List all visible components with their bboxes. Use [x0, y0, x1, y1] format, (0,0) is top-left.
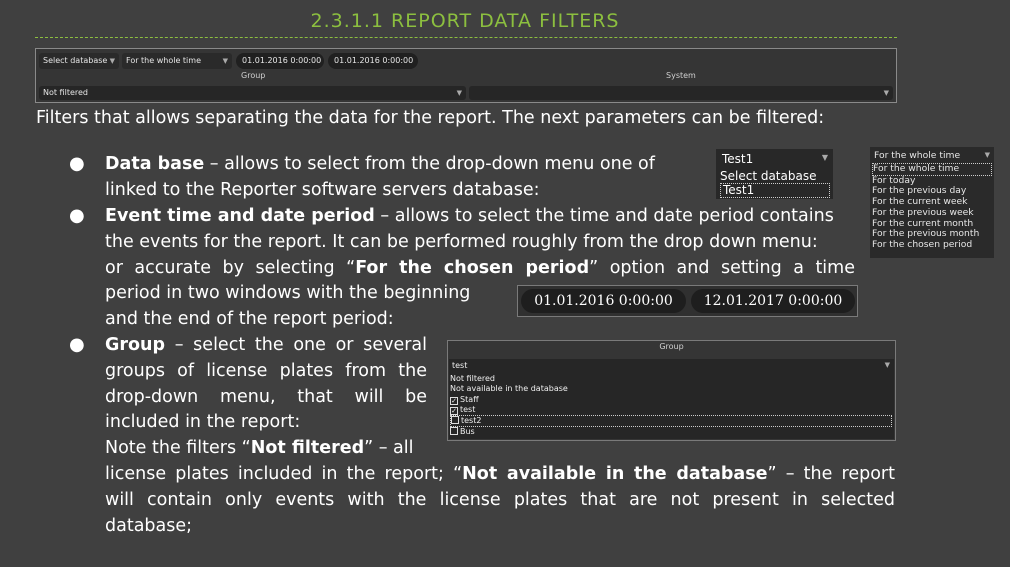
time-option[interactable]: For the previous week: [872, 207, 992, 219]
term-database: Data base: [105, 154, 205, 174]
text-line: – allows to select from the drop-down me…: [204, 154, 655, 174]
date-from-example[interactable]: 01.01.2016 0:00:00: [521, 289, 686, 313]
group-example-list: test ▼ Not filtered Not available in the…: [449, 359, 894, 439]
date-period-example: 01.01.2016 0:00:00 12.01.2017 0:00:00: [517, 285, 858, 317]
term-group: Group: [105, 335, 166, 355]
bullet-icon: ●: [69, 205, 85, 226]
bullet-icon: ●: [69, 334, 85, 355]
checkbox-checked-icon[interactable]: ✓: [450, 396, 458, 405]
text-line: – select the one or several: [165, 335, 427, 355]
system-label: System: [666, 71, 696, 80]
term-chosen-period: For the chosen period: [355, 257, 590, 278]
time-option[interactable]: For the whole time: [872, 163, 992, 176]
group-option-label: Bus: [460, 427, 475, 437]
time-dropdown-example: For the whole time ▼ For the whole time …: [870, 147, 994, 258]
text-line: database;: [105, 515, 193, 536]
intro-text: Filters that allows separating the data …: [36, 108, 825, 128]
note-text: license plates included in the report; “…: [105, 462, 895, 539]
text-line: – allows to select the time and date per…: [374, 206, 834, 226]
text-line: will contain only events with the licens…: [105, 489, 895, 510]
chevron-down-icon: ▼: [883, 89, 889, 97]
checkbox-checked-icon[interactable]: ✓: [450, 406, 458, 415]
text-line: ” – the report: [767, 464, 896, 484]
text-line: drop-down menu, that will be: [105, 386, 427, 407]
group-option[interactable]: test2: [450, 415, 892, 428]
chevron-down-icon: ▼: [456, 89, 462, 97]
group-option-not-filtered[interactable]: Not filtered: [450, 374, 892, 384]
time-options: For the whole time For today For the pre…: [872, 163, 992, 251]
chevron-down-icon: ▼: [884, 361, 890, 369]
database-option[interactable]: Select database: [720, 170, 830, 183]
group-option[interactable]: ✓ test: [450, 405, 892, 415]
date-to-example[interactable]: 12.01.2017 0:00:00: [691, 289, 855, 313]
text-line: Note the filters “: [105, 438, 251, 459]
group-option[interactable]: ✓ Staff: [450, 395, 892, 405]
database-option[interactable]: Test1: [720, 183, 830, 198]
bullet-database: Data base – allows to select from the dr…: [105, 152, 655, 204]
text-line: included in the report:: [105, 412, 301, 433]
group-label: Group: [241, 71, 266, 80]
chevron-down-icon: ▼: [984, 151, 990, 159]
group-option-not-available[interactable]: Not available in the database: [450, 384, 892, 394]
group-current[interactable]: test: [452, 361, 467, 370]
group-option-label: Staff: [460, 394, 479, 404]
checkbox-icon[interactable]: [450, 427, 458, 436]
group-option-label: test: [460, 404, 476, 414]
bullet-icon: ●: [69, 153, 85, 174]
group-dropdown[interactable]: Not filtered ▼: [39, 86, 466, 100]
group-example-label: Group: [659, 342, 684, 351]
time-dropdown[interactable]: For the whole time ▼: [122, 53, 232, 69]
text-line: ” – all: [364, 438, 414, 459]
group-option-label: test2: [461, 416, 482, 426]
system-dropdown[interactable]: ▼: [469, 86, 893, 100]
text-line: ” option and setting a time: [589, 257, 855, 278]
term-not-available: Not available in the database: [462, 464, 768, 484]
time-option[interactable]: For the chosen period: [872, 239, 992, 251]
database-dropdown[interactable]: Select database ▼: [39, 53, 119, 69]
text-line: groups of license plates from the: [105, 360, 427, 381]
bullet-group: Group – select the one or several groups…: [105, 333, 427, 462]
group-options: Not filtered Not available in the databa…: [450, 374, 892, 438]
date-from-field[interactable]: 01.01.2016 0:00:00: [236, 53, 324, 69]
heading-divider: [35, 37, 897, 38]
database-options: Select database Test1: [720, 170, 830, 198]
term-not-filtered: Not filtered: [250, 438, 365, 459]
chevron-down-icon: ▼: [109, 57, 115, 65]
text-line: linked to the Reporter software servers …: [105, 179, 540, 200]
filter-panel: Select database ▼ For the whole time ▼ 0…: [35, 48, 897, 103]
term-time: Event time and date period: [105, 206, 375, 226]
text-line: license plates included in the report; “: [105, 464, 463, 484]
group-dropdown-value: Not filtered: [43, 88, 88, 97]
time-current[interactable]: For the whole time: [874, 150, 960, 161]
date-to-field[interactable]: 01.01.2016 0:00:00: [328, 53, 418, 69]
time-dropdown-value: For the whole time: [126, 56, 201, 65]
database-dropdown-example: Test1 ▼ Select database Test1: [716, 149, 833, 199]
group-dropdown-example: Group test ▼ Not filtered Not available …: [447, 340, 896, 441]
section-heading: 2.3.1.1 REPORT DATA FILTERS: [310, 10, 620, 32]
text-line: or accurate by selecting “: [105, 257, 356, 278]
chevron-down-icon: ▼: [222, 57, 228, 65]
chevron-down-icon: ▼: [821, 153, 828, 162]
database-current[interactable]: Test1: [722, 152, 753, 166]
group-option[interactable]: Bus: [450, 427, 892, 437]
checkbox-icon[interactable]: [451, 416, 459, 425]
text-line: the events for the report. It can be per…: [105, 231, 818, 252]
database-dropdown-value: Select database: [43, 56, 108, 65]
